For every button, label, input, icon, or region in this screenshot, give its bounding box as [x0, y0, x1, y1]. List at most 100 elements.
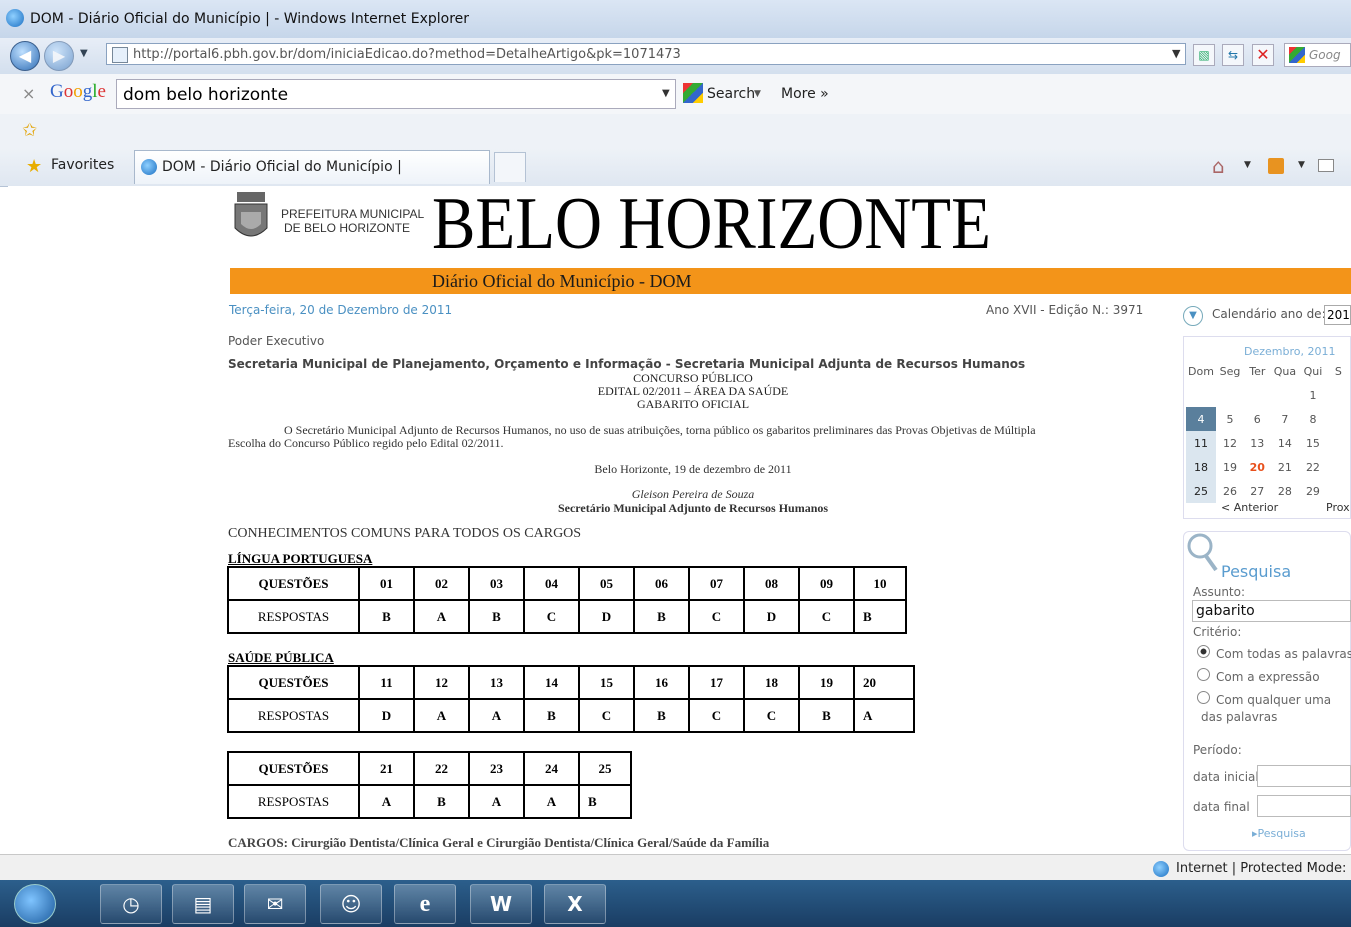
radio-all-words-label[interactable]: Com todas as palavras: [1216, 647, 1351, 661]
calendar-prev-link[interactable]: < Anterior: [1221, 501, 1278, 514]
home-dropdown-icon[interactable]: ▼: [1244, 160, 1251, 170]
calendar-day-sunday[interactable]: 4: [1186, 407, 1216, 431]
file-explorer-icon[interactable]: ▤: [172, 884, 234, 924]
radio-expression[interactable]: [1197, 668, 1210, 681]
calendar-day[interactable]: 1: [1299, 383, 1326, 407]
excel-app-icon[interactable]: X: [544, 884, 606, 924]
back-button[interactable]: ◀: [10, 41, 40, 71]
answer-cell: B: [798, 698, 855, 733]
calendar-day[interactable]: [1271, 383, 1300, 407]
calendar-toggle-icon[interactable]: ▼: [1183, 306, 1203, 326]
search-options-dropdown-icon[interactable]: ▼: [754, 89, 761, 99]
question-cell: 09: [798, 566, 855, 601]
calendar-next-link[interactable]: Prox: [1326, 501, 1350, 514]
article-title-block: CONCURSO PÚBLICO EDITAL 02/2011 – ÁREA D…: [228, 372, 1158, 411]
radio-any-word[interactable]: [1197, 691, 1210, 704]
calendar-day[interactable]: 5: [1216, 407, 1244, 431]
feeds-icon[interactable]: [1268, 158, 1284, 174]
calendar-day[interactable]: 12: [1216, 431, 1244, 455]
calendar-day-sunday[interactable]: 18: [1186, 455, 1216, 479]
calendar-day[interactable]: [1327, 383, 1350, 407]
calendar-day[interactable]: 15: [1299, 431, 1326, 455]
word-app-icon[interactable]: W: [470, 884, 532, 924]
address-dropdown-icon[interactable]: ▼: [1172, 47, 1180, 60]
calendar-day[interactable]: 29: [1299, 479, 1326, 503]
calendar-day[interactable]: 13: [1244, 431, 1271, 455]
calendar-day[interactable]: [1327, 407, 1350, 431]
pesquisa-button[interactable]: ▸Pesquisa: [1252, 827, 1306, 840]
window-title: DOM - Diário Oficial do Município | - Wi…: [30, 11, 470, 27]
home-icon[interactable]: ⌂: [1212, 154, 1225, 178]
radio-expression-label[interactable]: Com a expressão: [1216, 670, 1320, 684]
calendar-day[interactable]: 21: [1271, 455, 1300, 479]
google-search-input-box[interactable]: [116, 79, 676, 110]
weekday-label: S: [1334, 364, 1342, 378]
internet-zone-icon: [1153, 861, 1169, 877]
calendar-day[interactable]: [1244, 383, 1271, 407]
calendar-day-today[interactable]: 20: [1244, 455, 1271, 479]
add-favorites-star-icon[interactable]: ✩: [22, 120, 37, 141]
answer-table-3: QUESTÕES 21 22 23 24 25 RESPOSTAS A B A …: [227, 751, 632, 819]
answer-cell: B: [413, 784, 470, 819]
ie-logo-icon: [6, 9, 24, 27]
calendar-day-sunday[interactable]: 11: [1186, 431, 1216, 455]
favorites-button[interactable]: Favorites: [51, 157, 114, 173]
google-search-button[interactable]: Search: [707, 86, 755, 102]
calendar-day[interactable]: 14: [1271, 431, 1300, 455]
section-label: Poder Executivo: [228, 334, 325, 348]
radio-any-word-label[interactable]: Com qualquer uma: [1216, 693, 1331, 707]
signer-name: Gleison Pereira de Souza: [631, 487, 755, 501]
more-button[interactable]: More »: [781, 86, 829, 102]
signer-title: Secretário Municipal Adjunto de Recursos…: [557, 501, 829, 515]
feeds-dropdown-icon[interactable]: ▼: [1298, 160, 1305, 170]
start-button[interactable]: [14, 884, 56, 924]
calendar-day[interactable]: 22: [1299, 455, 1326, 479]
address-bar[interactable]: http://portal6.pbh.gov.br/dom/iniciaEdic…: [106, 43, 1186, 65]
data-inicial-input[interactable]: [1257, 765, 1351, 787]
calendar-day[interactable]: [1327, 479, 1350, 503]
google-search-dropdown-icon[interactable]: ▼: [662, 88, 670, 99]
data-final-input[interactable]: [1257, 795, 1351, 817]
contacts-app-icon[interactable]: ☺: [320, 884, 382, 924]
calendar-day[interactable]: 8: [1299, 407, 1326, 431]
calendar-week-row: 25 26 27 28 29: [1186, 479, 1350, 503]
calendar-day[interactable]: 19: [1216, 455, 1244, 479]
calendar-day[interactable]: 6: [1244, 407, 1271, 431]
google-search-input[interactable]: [117, 80, 649, 110]
calendar-day[interactable]: 28: [1271, 479, 1300, 503]
radio-all-words[interactable]: [1197, 645, 1210, 658]
google-logo-icon: [1289, 47, 1305, 63]
common-knowledge-heading: CONHECIMENTOS COMUNS PARA TODOS OS CARGO…: [228, 526, 582, 541]
search-box[interactable]: Goog: [1284, 43, 1351, 67]
table-row-questions: QUESTÕES 11 12 13 14 15 16 17 18 19 20: [227, 665, 915, 700]
close-toolbar-icon[interactable]: ×: [22, 84, 35, 103]
address-url[interactable]: http://portal6.pbh.gov.br/dom/iniciaEdic…: [133, 47, 681, 62]
calendar-day[interactable]: 26: [1216, 479, 1244, 503]
history-dropdown-icon[interactable]: ▼: [80, 48, 88, 59]
clock-app-icon[interactable]: ◷: [100, 884, 162, 924]
internet-explorer-taskbar-icon[interactable]: e: [394, 884, 456, 924]
answer-cell: A: [468, 784, 525, 819]
calendar-day[interactable]: [1186, 383, 1216, 407]
calendar-day[interactable]: [1327, 431, 1350, 455]
calendar-day-sunday[interactable]: 25: [1186, 479, 1216, 503]
security-zone-label[interactable]: Internet | Protected Mode: C: [1176, 861, 1351, 876]
calendar-day[interactable]: [1216, 383, 1244, 407]
assunto-input[interactable]: gabarito: [1192, 600, 1351, 622]
calendar-year-select[interactable]: 201: [1324, 305, 1351, 325]
refresh-icon[interactable]: ⇆: [1222, 44, 1244, 66]
answer-cell: B: [633, 599, 690, 634]
calendar-app-icon[interactable]: ✉: [244, 884, 306, 924]
calendar-day[interactable]: 7: [1271, 407, 1300, 431]
status-bar: Internet | Protected Mode: C: [0, 854, 1351, 881]
compatibility-icon[interactable]: ▧: [1193, 44, 1215, 66]
question-cell: 14: [523, 665, 580, 700]
mail-icon[interactable]: [1318, 159, 1334, 172]
dom-banner: Diário Oficial do Município - DOM: [230, 268, 1351, 294]
browser-tab[interactable]: DOM - Diário Oficial do Município |: [134, 150, 490, 184]
calendar-day[interactable]: [1327, 455, 1350, 479]
calendar-day[interactable]: 27: [1244, 479, 1271, 503]
forward-button[interactable]: ▶: [44, 41, 74, 71]
stop-icon[interactable]: ✕: [1252, 44, 1274, 66]
new-tab-button[interactable]: [494, 152, 526, 182]
